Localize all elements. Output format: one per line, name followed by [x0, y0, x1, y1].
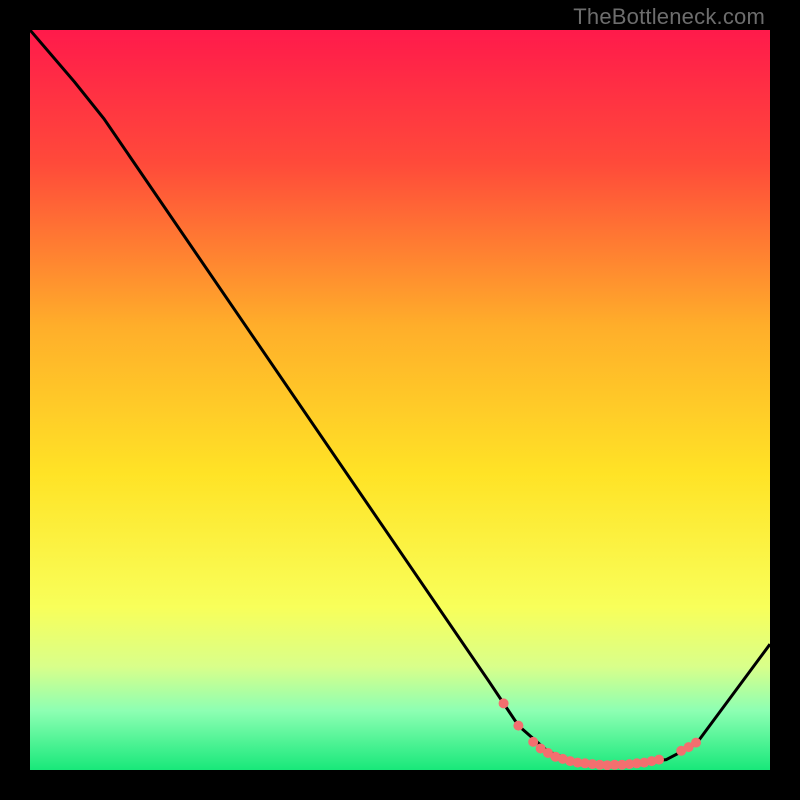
curve-marker — [654, 755, 664, 765]
watermark-text: TheBottleneck.com — [573, 4, 765, 30]
curve-marker — [513, 721, 523, 731]
curve-marker — [691, 738, 701, 748]
curve-marker — [499, 698, 509, 708]
gradient-background — [30, 30, 770, 770]
bottleneck-chart — [30, 30, 770, 770]
chart-frame — [30, 30, 770, 770]
